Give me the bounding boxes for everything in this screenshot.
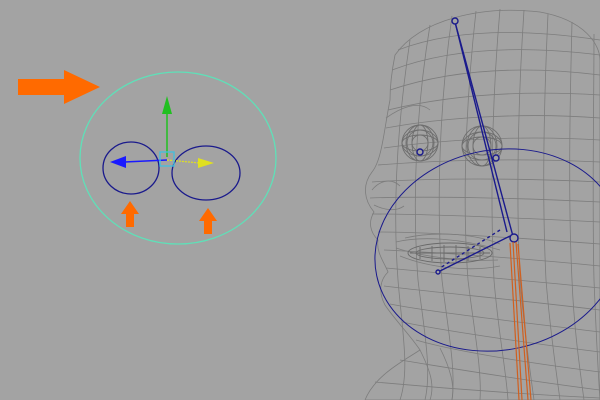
head-top-joint[interactable] bbox=[451, 17, 459, 25]
head-bone-side[interactable] bbox=[454, 21, 508, 233]
z-axis-handle[interactable] bbox=[166, 159, 201, 164]
y-axis-arrowhead[interactable] bbox=[162, 96, 172, 114]
head-wireframe[interactable] bbox=[364, 8, 600, 400]
annotation-arrows bbox=[18, 70, 217, 234]
arrow-right-icon bbox=[18, 70, 100, 104]
eye-joint-left[interactable] bbox=[416, 148, 424, 156]
head-bone[interactable] bbox=[454, 21, 515, 241]
arrow-up-icon bbox=[121, 201, 139, 227]
3d-viewport[interactable] bbox=[0, 0, 600, 400]
viewport-canvas[interactable] bbox=[0, 0, 600, 400]
jaw-end-joint[interactable] bbox=[435, 269, 441, 275]
x-axis-arrowhead[interactable] bbox=[110, 156, 126, 168]
z-axis-arrowhead[interactable] bbox=[198, 158, 214, 168]
jaw-bone[interactable] bbox=[437, 235, 511, 273]
eye-joint-right[interactable] bbox=[492, 154, 500, 162]
head-outline bbox=[364, 9, 600, 400]
jaw-joint[interactable] bbox=[509, 233, 519, 243]
move-manipulator-icon[interactable] bbox=[110, 96, 214, 168]
eye-aim-control-left[interactable] bbox=[102, 141, 160, 195]
arrow-up-icon bbox=[199, 208, 217, 234]
mouth-mesh bbox=[407, 242, 493, 264]
eye-aim-control-right[interactable] bbox=[171, 145, 241, 201]
